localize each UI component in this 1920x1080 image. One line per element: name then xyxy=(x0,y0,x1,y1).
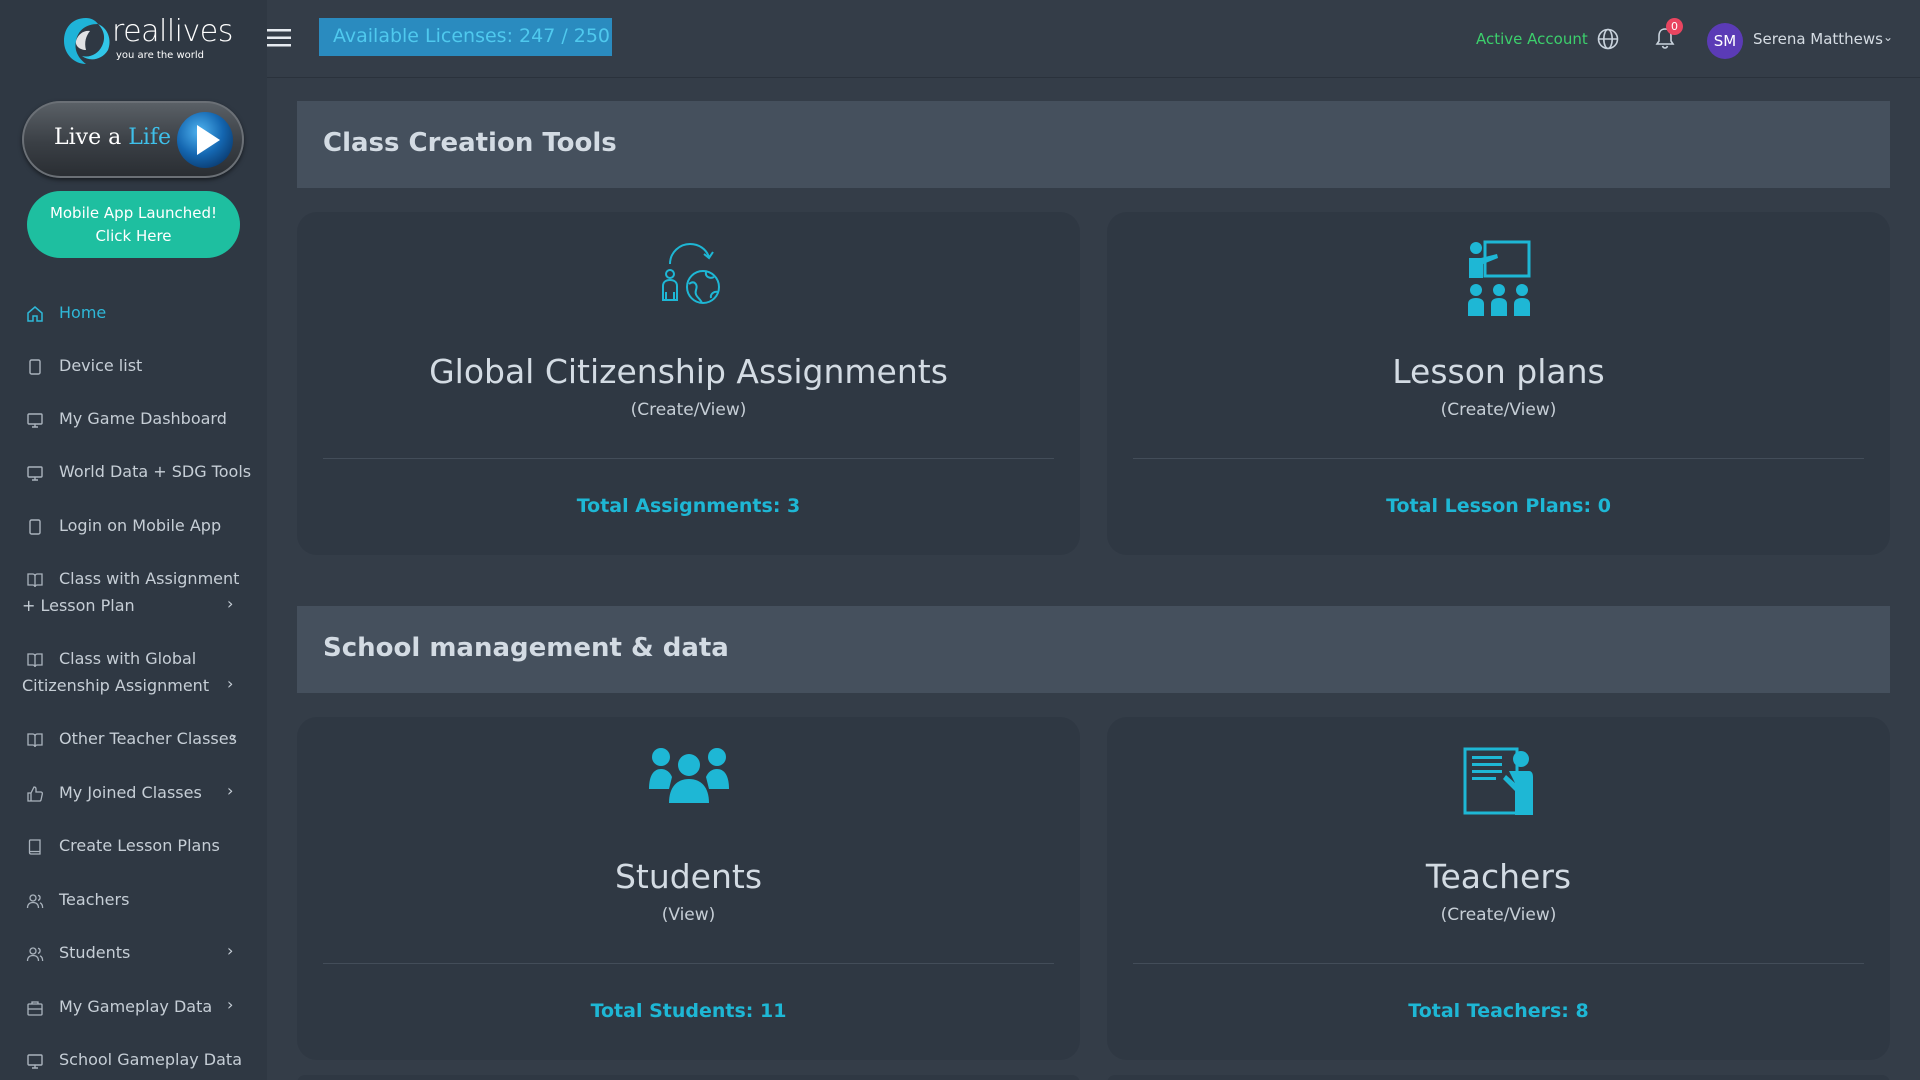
thumbs-up-icon xyxy=(27,786,43,802)
brand-tagline: you are the world xyxy=(116,50,205,61)
play-icon xyxy=(177,112,233,168)
card-divider xyxy=(323,963,1054,964)
users-icon xyxy=(26,894,44,909)
chevron-right-icon: › xyxy=(227,594,234,613)
card-title: Students xyxy=(614,857,763,896)
section-header-class-creation: Class Creation Tools xyxy=(297,101,1890,188)
users-icon xyxy=(26,947,44,962)
classroom-teacher-icon xyxy=(1467,240,1530,316)
card-divider xyxy=(1133,963,1864,964)
globe-icon[interactable] xyxy=(1597,28,1619,50)
card-total[interactable]: Total Students: 11 xyxy=(297,1000,1080,1022)
monitor-icon xyxy=(27,466,43,481)
card-total[interactable]: Total Lesson Plans: 0 xyxy=(1107,495,1890,517)
section-title: Class Creation Tools xyxy=(323,128,617,158)
card-total[interactable]: Total Assignments: 3 xyxy=(297,495,1080,517)
sidebar-item-label: My Gameplay Data xyxy=(59,997,213,1016)
book-icon xyxy=(28,839,41,855)
book-open-icon xyxy=(27,733,43,748)
monitor-icon xyxy=(27,1054,43,1069)
live-a-life-text: Live a Life xyxy=(54,125,171,150)
live-a-life-button[interactable]: Live a Life xyxy=(22,101,244,178)
teacher-board-icon xyxy=(1463,747,1533,815)
card-divider xyxy=(1133,458,1864,459)
hamburger-menu-icon[interactable] xyxy=(267,28,291,48)
phone-icon xyxy=(29,359,41,375)
phone-icon xyxy=(29,519,41,535)
briefcase-icon xyxy=(27,1001,43,1016)
chevron-right-icon: › xyxy=(227,781,234,800)
sidebar-item-label: Create Lesson Plans xyxy=(59,836,220,855)
card-divider xyxy=(323,458,1054,459)
sidebar-item-label-line2: Citizenship Assignment xyxy=(22,676,210,695)
card-subtitle: (Create/View) xyxy=(1440,400,1557,420)
sidebar: reallives you are the world Live a Life … xyxy=(0,0,267,1080)
brand-name: reallives xyxy=(112,14,233,49)
card-global-citizenship-assignments[interactable]: Global Citizenship Assignments (Create/V… xyxy=(297,212,1080,555)
live-a-prefix: Live a xyxy=(54,125,129,150)
mobile-app-launched-button[interactable]: Mobile App Launched! Click Here xyxy=(27,191,240,258)
account-status: Active Account xyxy=(1476,30,1588,48)
available-licenses-badge: Available Licenses: 247 / 250 xyxy=(319,18,612,56)
book-open-icon xyxy=(27,573,43,588)
sidebar-item-label: Class with Global xyxy=(59,649,197,668)
card-total[interactable]: Total Teachers: 8 xyxy=(1107,1000,1890,1022)
next-card-edge xyxy=(297,1075,1080,1080)
chevron-right-icon: › xyxy=(227,674,234,693)
sidebar-item-label: Students xyxy=(59,943,131,962)
user-name[interactable]: Serena Matthews xyxy=(1753,30,1883,48)
chevron-right-icon: › xyxy=(227,941,234,960)
card-teachers[interactable]: Teachers (Create/View) Total Teachers: 8 xyxy=(1107,717,1890,1060)
card-subtitle: (Create/View) xyxy=(630,400,747,420)
next-card-edge xyxy=(1107,1075,1890,1080)
global-citizen-icon xyxy=(661,242,720,304)
sidebar-item-label: World Data + SDG Tools xyxy=(59,462,252,481)
sidebar-item-label: Other Teacher Classes xyxy=(59,729,237,748)
reallives-logo[interactable]: reallives you are the world xyxy=(60,12,233,70)
sidebar-item-label: Device list xyxy=(59,356,143,375)
mobile-app-line1: Mobile App Launched! xyxy=(49,204,218,222)
mobile-app-line2: Click Here xyxy=(95,227,172,245)
card-title: Teachers xyxy=(1425,857,1572,896)
sidebar-item-label: Teachers xyxy=(59,890,130,909)
avatar[interactable]: SM xyxy=(1707,23,1743,59)
sidebar-item-class-assignment-lesson[interactable]: Class with Assignment + Lesson Plan › xyxy=(0,567,267,621)
notification-count-badge: 0 xyxy=(1666,18,1683,35)
card-subtitle: (View) xyxy=(661,905,716,925)
sidebar-item-label: Login on Mobile App xyxy=(59,516,222,535)
students-group-icon xyxy=(648,748,729,803)
chevron-down-icon[interactable]: ⌄ xyxy=(1883,30,1893,44)
card-title: Global Citizenship Assignments xyxy=(429,352,948,391)
sidebar-item-class-global-citizenship[interactable]: Class with Global Citizenship Assignment… xyxy=(0,647,267,701)
topbar: Available Licenses: 247 / 250 Active Acc… xyxy=(267,0,1920,78)
card-subtitle: (Create/View) xyxy=(1440,905,1557,925)
chevron-right-icon: › xyxy=(227,995,234,1014)
card-title: Lesson plans xyxy=(1392,352,1605,391)
sidebar-item-label: My Game Dashboard xyxy=(59,409,227,428)
book-open-icon xyxy=(27,653,43,668)
life-highlight: Life xyxy=(128,125,172,150)
sidebar-item-label-line2: + Lesson Plan xyxy=(22,596,135,615)
sidebar-item-label: School Gameplay Data xyxy=(59,1050,242,1069)
monitor-icon xyxy=(27,413,43,428)
card-students[interactable]: Students (View) Total Students: 11 xyxy=(297,717,1080,1060)
home-icon xyxy=(27,306,43,322)
card-lesson-plans[interactable]: Lesson plans (Create/View) Total Lesson … xyxy=(1107,212,1890,555)
logo-swirl-icon xyxy=(64,18,110,64)
sidebar-item-label: Home xyxy=(59,303,107,322)
section-header-school-management: School management & data xyxy=(297,606,1890,693)
sidebar-item-label: My Joined Classes xyxy=(59,783,202,802)
chevron-right-icon: › xyxy=(230,727,237,746)
sidebar-item-label: Class with Assignment xyxy=(59,569,240,588)
section-title: School management & data xyxy=(323,633,729,663)
